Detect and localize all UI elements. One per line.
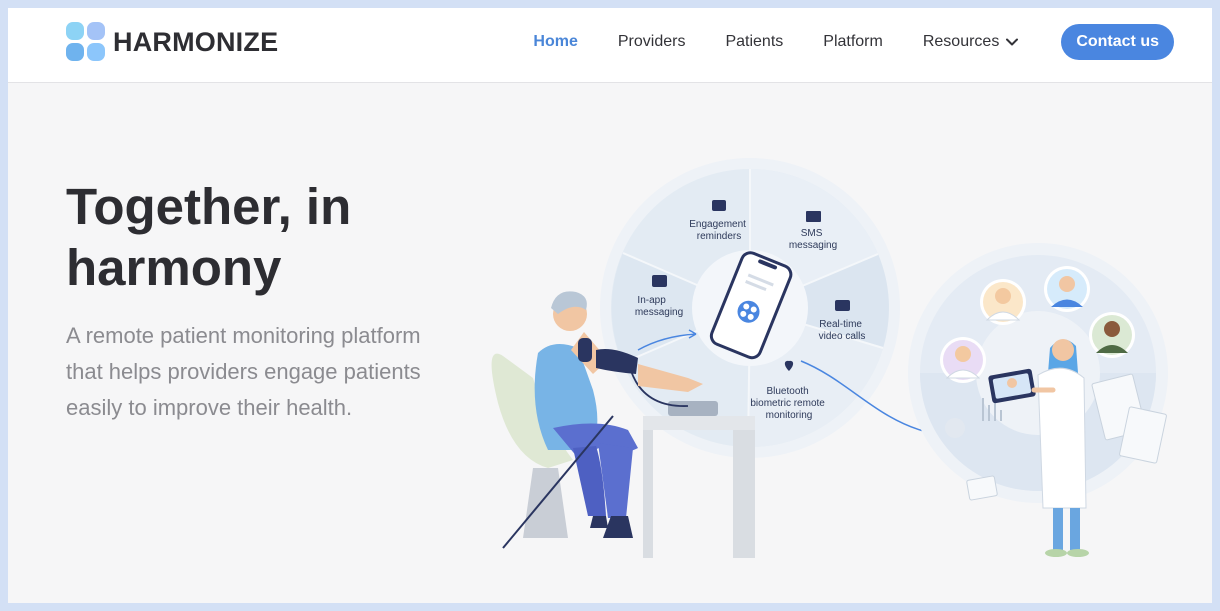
brand-name: HARMONIZE [113,26,279,57]
hero-subtitle: A remote patient monitoring platform tha… [66,323,421,420]
nav-platform[interactable]: Platform [823,33,883,51]
logo[interactable]: HARMONIZE [66,22,278,62]
patient-monitoring-illustration: Engagement reminders SMS messaging In-ap… [491,158,1168,558]
main-nav: Home Providers Patients Platform Resourc… [493,24,1174,60]
video-camera-icon [835,300,850,311]
cuff-bulb-icon [578,338,592,362]
nav-providers[interactable]: Providers [618,33,686,51]
nav-resources[interactable]: Resources [923,33,1019,51]
chat-bubble-icon [652,275,667,287]
label-video: Real-time video calls [819,319,866,342]
hero-title: Together, in harmony [66,178,352,296]
page: HARMONIZE Home Providers Patients Platfo… [8,8,1212,603]
chevron-down-icon [1006,38,1019,46]
monitor-device-icon [668,401,718,416]
nav-home[interactable]: Home [533,33,577,51]
label-engagement: Engagement reminders [689,219,749,242]
nav-patients[interactable]: Patients [725,33,783,51]
nav-resources-label: Resources [922,33,1000,50]
quote-bubble-icon [712,200,726,211]
clover-logo-icon [66,22,106,62]
site-header: HARMONIZE Home Providers Patients Platfo… [8,8,1212,83]
envelope-icon [806,211,821,222]
contact-us-button[interactable]: Contact us [1061,24,1174,60]
